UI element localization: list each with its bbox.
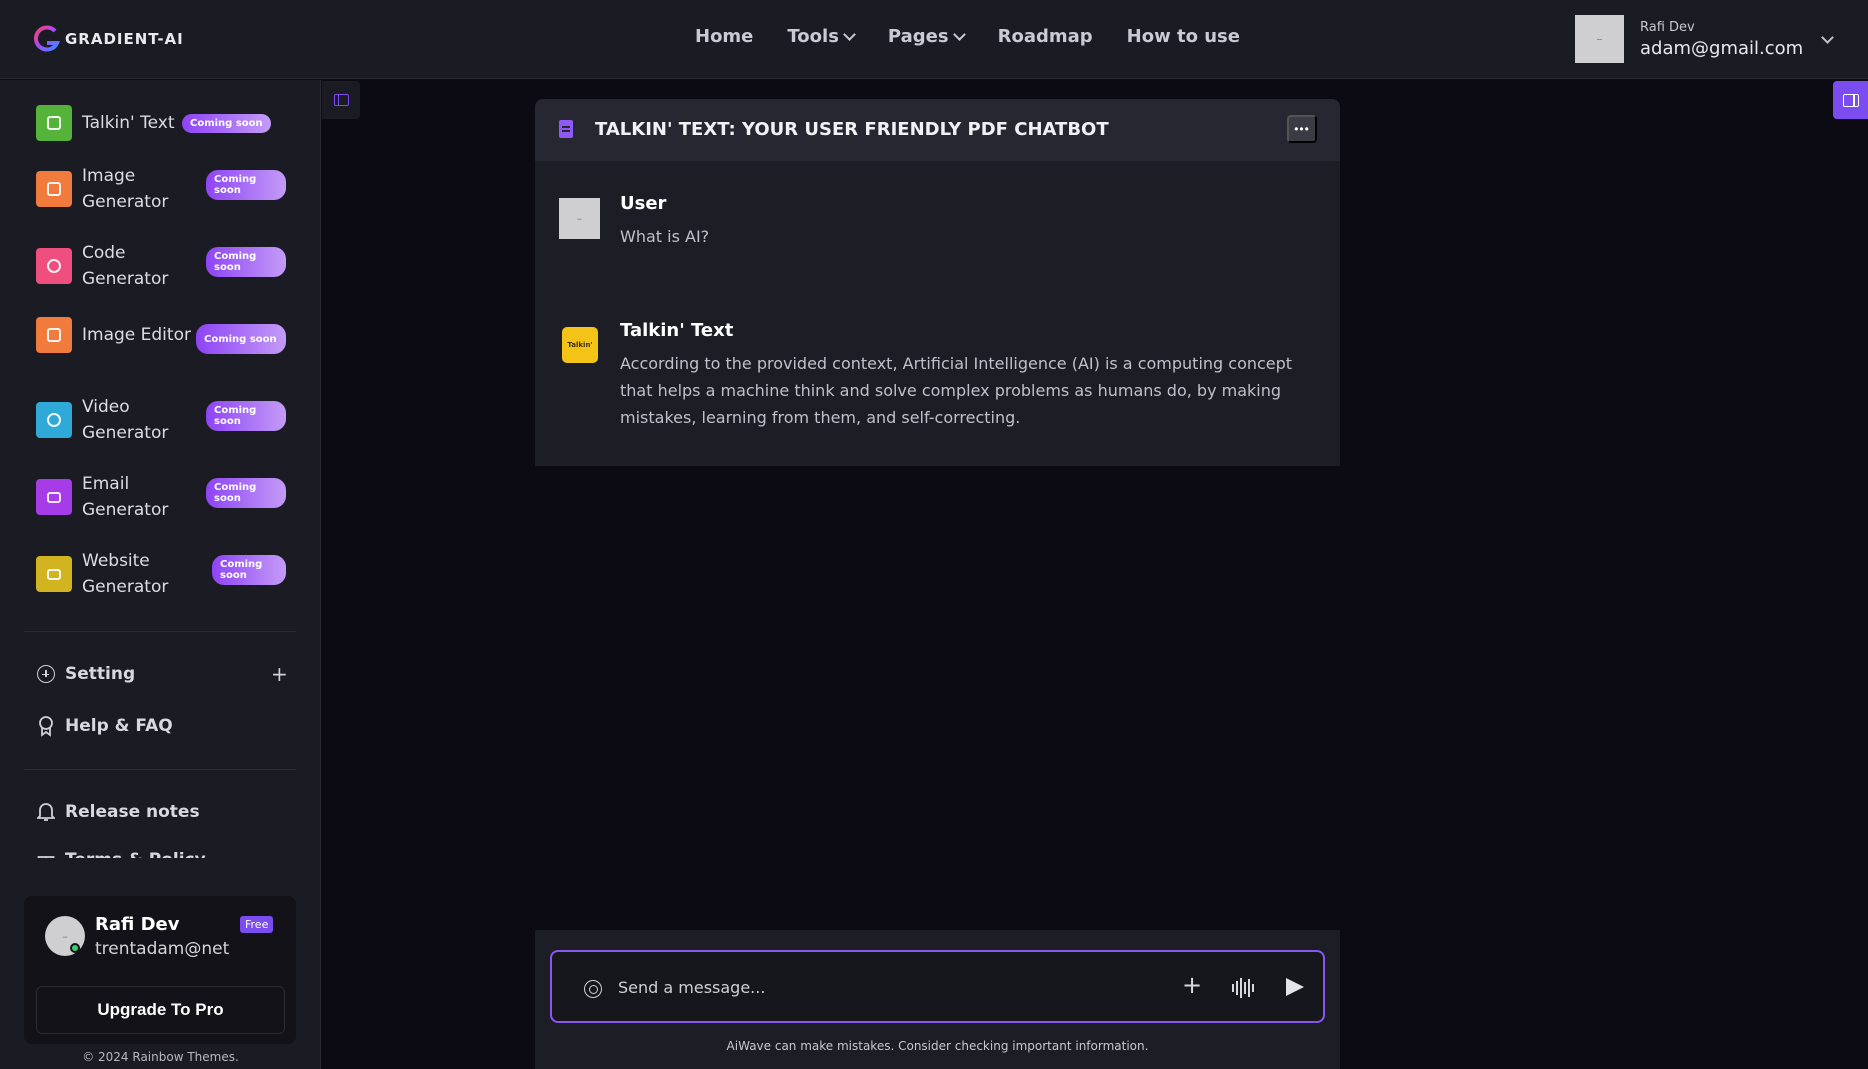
sidebar-item-label: Terms & Policy [65,850,206,858]
sidebar-divider [24,631,296,632]
ai-model-icon[interactable] [584,980,602,998]
sidebar-item-code-generator[interactable]: Code Generator Coming soon [36,240,286,292]
disclaimer-text: AiWave can make mistakes. Consider check… [726,1039,1149,1053]
sidebar-item-label: Code Generator [82,243,169,289]
right-panel-icon [1842,93,1859,107]
online-status-dot [70,943,80,953]
sidebar-item-email-generator[interactable]: Email Generator Coming soon [36,471,286,523]
sidebar-item-label: Release notes [65,802,200,822]
award-icon [39,716,53,737]
chevron-down-icon[interactable] [1821,31,1834,44]
coming-soon-badge: Coming soon [196,324,286,354]
nav-roadmap[interactable]: Roadmap [998,26,1093,47]
sidebar-item-image-generator[interactable]: Image Generator Coming soon [36,163,286,215]
nav-how-to-use[interactable]: How to use [1127,26,1240,47]
sidebar-divider [24,769,296,770]
toggle-left-sidebar-button[interactable] [322,81,360,119]
image-edit-icon [36,317,72,353]
copyright: © 2024 Rainbow Themes. [82,1050,239,1064]
mail-icon [36,479,72,515]
message-sender: User [620,193,667,214]
sidebar-item-setting[interactable]: Setting [37,664,135,684]
sidebar-item-website-generator[interactable]: Website Generator Coming soon [36,548,286,600]
sidebar: Talkin' Text Coming soon Image Generator… [0,80,321,1069]
play-icon [36,402,72,438]
nav-pages-label: Pages [887,26,949,47]
main-nav: Home Tools Pages Roadmap How to use [695,26,1240,47]
talkin-text-avatar-icon: Talkin' [562,327,598,363]
sidebar-item-release-notes[interactable]: Release notes [37,802,200,822]
brand-name: GRADIENT-AI [65,30,184,48]
expand-plus-icon[interactable]: + [271,662,288,686]
user-email: trentadam@net [95,939,230,959]
coming-soon-badge: Coming soon [206,478,286,508]
chevron-down-icon [843,27,856,41]
profile-menu[interactable]: – Rafi Dev adam@gmail.com [1575,15,1803,63]
nav-pages[interactable]: Pages [887,26,966,47]
document-icon [36,105,72,141]
toggle-right-panel-button[interactable] [1833,81,1868,119]
voice-wave-icon[interactable] [1232,978,1254,998]
plan-badge: Free [240,916,274,933]
image-icon [36,171,72,207]
sidebar-item-label: Setting [65,664,136,684]
message-text: According to the provided context, Artif… [620,354,1293,427]
nav-how-to-use-label: How to use [1126,26,1240,47]
sidebar-item-video-generator[interactable]: Video Generator Coming soon [36,394,286,446]
sidebar-scroll-clip: Terms & Policy [0,840,321,858]
chat-title: TALKIN' TEXT: YOUR USER FRIENDLY PDF CHA… [595,119,1109,140]
sidebar-panel-icon [333,94,349,106]
profile-email: adam@gmail.com [1640,37,1804,59]
sidebar-item-label: Talkin' Text [82,113,175,133]
message-input[interactable] [618,974,1138,1000]
chevron-down-icon [952,27,966,41]
message-text: What is AI? [620,227,710,246]
send-icon[interactable] [1286,978,1304,996]
nav-home-label: Home [695,26,754,47]
sidebar-item-image-editor[interactable]: Image Editor Coming soon [36,317,286,354]
chat-header: TALKIN' TEXT: YOUR USER FRIENDLY PDF CHA… [535,99,1340,161]
nav-roadmap-label: Roadmap [997,26,1093,47]
sidebar-item-label: Video Generator [82,397,169,443]
user-card: – Rafi Dev trentadam@net Free Upgrade To… [24,896,296,1044]
document-icon [559,120,573,138]
coming-soon-badge: Coming soon [206,247,286,277]
more-options-button[interactable]: ••• [1287,115,1317,143]
coming-soon-badge: Coming soon [212,555,286,585]
sidebar-item-label: Image Editor [82,325,191,345]
nav-tools-label: Tools [787,26,839,47]
avatar: – [559,198,600,239]
bell-icon [37,803,55,821]
avatar-label: Talkin' [567,341,593,349]
brand-logo[interactable]: GRADIENT-AI [33,24,184,54]
profile-avatar: – [1575,15,1624,63]
profile-name: Rafi Dev [1640,19,1695,35]
sidebar-item-label: Email Generator [82,474,169,520]
message-composer: + AiWave can make mistakes. Consider che… [535,930,1340,1069]
sidebar-item-label: Help & FAQ [65,716,173,736]
message-input-box[interactable]: + [550,950,1325,1023]
sidebar-item-talkin-text[interactable]: Talkin' Text Coming soon [36,105,286,141]
gift-icon [37,856,55,858]
message-sender: Talkin' Text [620,320,734,341]
sidebar-item-label: Website Generator [82,551,169,597]
gradient-logo-icon [33,25,61,52]
upgrade-to-pro-button[interactable]: Upgrade To Pro [36,986,285,1034]
browser-icon [36,556,72,592]
nav-home[interactable]: Home [695,26,753,47]
top-navbar: GRADIENT-AI Home Tools Pages Roadmap How… [0,0,1868,79]
sidebar-item-label: Image Generator [82,166,169,212]
sidebar-item-help-faq[interactable]: Help & FAQ [37,715,173,737]
attach-plus-icon[interactable]: + [1182,971,1202,999]
chat-panel: TALKIN' TEXT: YOUR USER FRIENDLY PDF CHA… [535,99,1340,466]
user-name: Rafi Dev [95,914,180,935]
nav-tools[interactable]: Tools [787,26,856,47]
plus-circle-icon [37,665,55,683]
coming-soon-badge: Coming soon [206,170,286,200]
coming-soon-badge: Coming soon [182,114,271,133]
code-icon [36,248,72,284]
coming-soon-badge: Coming soon [206,401,286,431]
sidebar-item-terms-policy[interactable]: Terms & Policy [37,850,206,858]
